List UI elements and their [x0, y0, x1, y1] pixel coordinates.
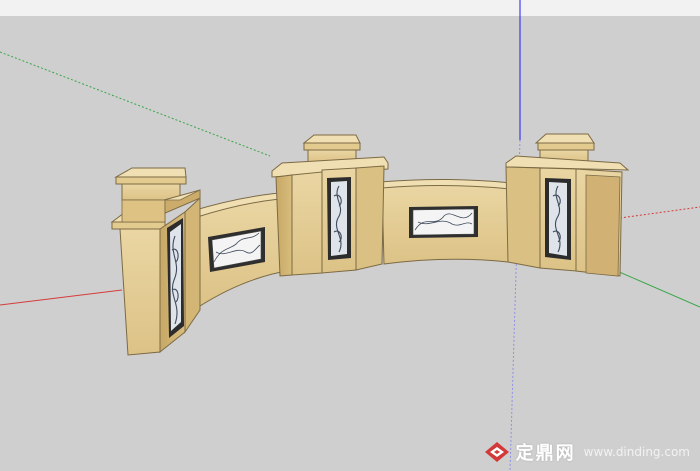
toolbar-strip: [0, 0, 700, 16]
3d-scene[interactable]: [0, 0, 700, 471]
sketchup-viewport[interactable]: 定鼎网 www.dinding.com: [0, 0, 700, 471]
curved-wall-right[interactable]: [379, 178, 513, 265]
watermark-site: www.dinding.com: [583, 445, 690, 459]
window-panel-right[interactable]: [409, 206, 478, 238]
diamond-logo-icon: [484, 442, 509, 462]
door-grille-left: [167, 218, 184, 338]
door-grille-center-left: [327, 177, 351, 260]
watermark-brand: 定鼎网: [515, 443, 576, 464]
watermark: 定鼎网 www.dinding.com: [484, 439, 690, 465]
door-grille-right: [545, 178, 571, 260]
